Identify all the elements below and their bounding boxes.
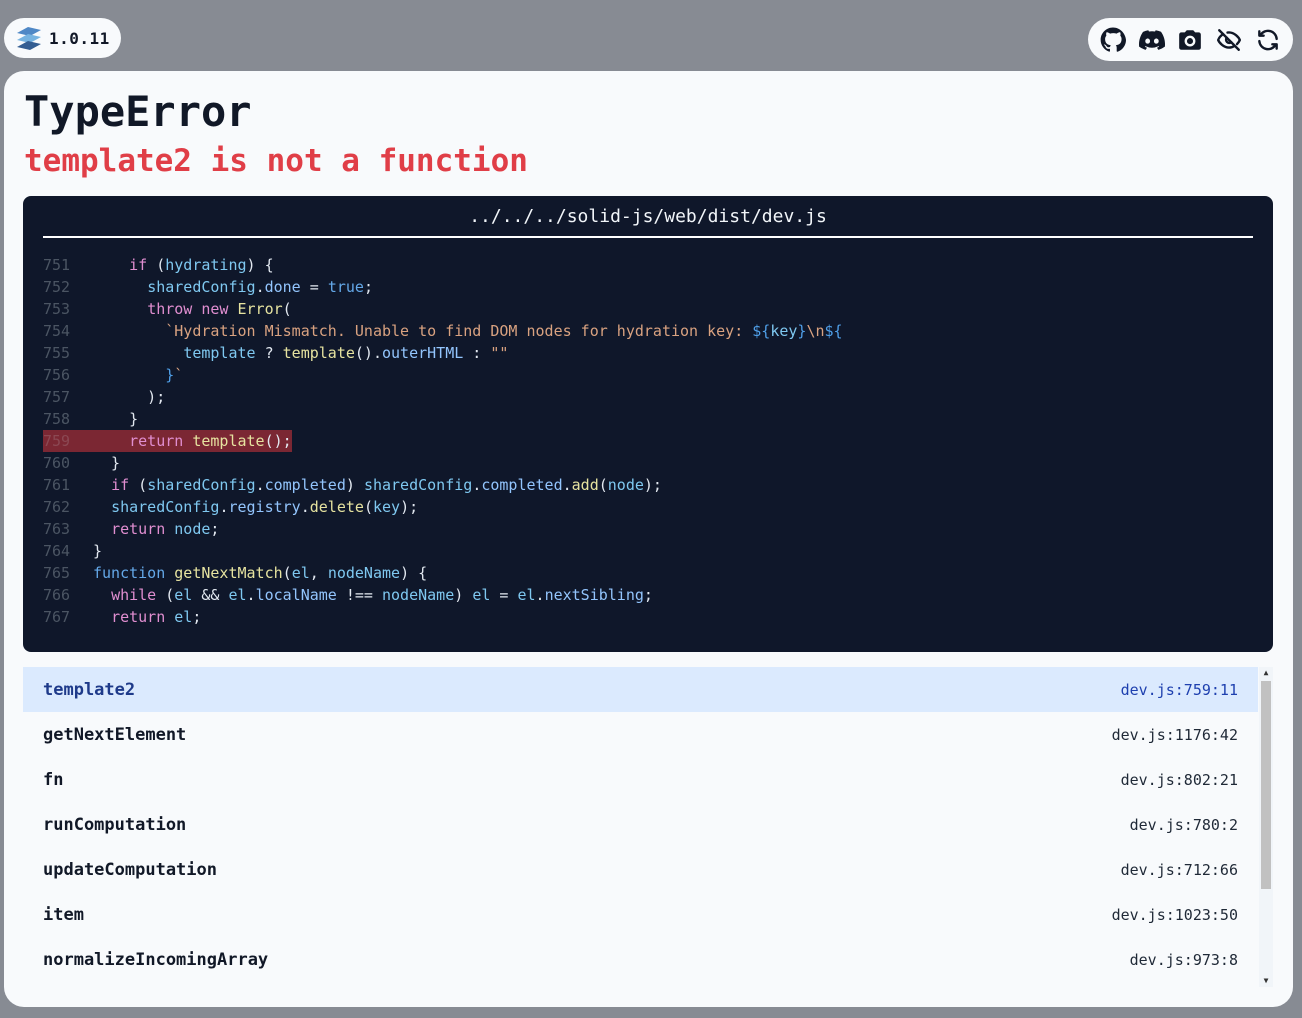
discord-button[interactable] (1137, 25, 1167, 55)
line-number: 760 (43, 454, 71, 472)
code-line: 756 }` (43, 364, 1253, 386)
code-line: 763 return node; (43, 518, 1253, 540)
line-number: 756 (43, 366, 71, 384)
github-icon (1100, 27, 1127, 52)
scrollbar-thumb[interactable] (1261, 681, 1271, 889)
version-badge[interactable]: 1.0.11 (4, 18, 121, 58)
code-lines: 751 if (hydrating) { 752 sharedConfig.do… (43, 254, 1253, 628)
line-source: sharedConfig.done = true; (147, 278, 373, 296)
toolbar (1088, 18, 1293, 61)
solid-logo-icon (17, 27, 41, 50)
frame-location: dev.js:1023:50 (1111, 905, 1238, 924)
stack-frame-fn[interactable]: fn dev.js:802:21 (23, 757, 1258, 802)
line-source: `Hydration Mismatch. Unable to find DOM … (165, 322, 843, 340)
code-line: 755 template ? template().outerHTML : "" (43, 342, 1253, 364)
code-line: 754 `Hydration Mismatch. Unable to find … (43, 320, 1253, 342)
code-line: 765 function getNextMatch(el, nodeName) { (43, 562, 1253, 584)
line-source: return template(); (93, 430, 292, 452)
frame-function: template2 (43, 679, 136, 700)
code-line: 751 if (hydrating) { (43, 254, 1253, 276)
line-source: while (el && el.localName !== nodeName) … (111, 586, 653, 604)
refresh-icon (1257, 29, 1278, 50)
frame-location: dev.js:712:66 (1120, 860, 1238, 879)
line-number: 755 (43, 344, 71, 362)
stack-frame-runcomputation[interactable]: runComputation dev.js:780:2 (23, 802, 1258, 847)
line-source: return el; (111, 608, 202, 626)
stack-scrollbar[interactable]: ▲ ▼ (1259, 667, 1273, 987)
line-number: 761 (43, 476, 71, 494)
frame-function: getNextElement (43, 724, 187, 745)
code-line: 760 } (43, 452, 1253, 474)
screenshot-button[interactable] (1175, 25, 1205, 55)
code-line: 753 throw new Error( (43, 298, 1253, 320)
frame-location: dev.js:759:11 (1120, 680, 1238, 699)
line-source: return node; (111, 520, 220, 538)
frame-location: dev.js:973:8 (1129, 950, 1238, 969)
line-source: if (hydrating) { (129, 256, 274, 274)
line-number: 753 (43, 300, 71, 318)
line-source: function getNextMatch(el, nodeName) { (93, 564, 428, 582)
code-line: 752 sharedConfig.done = true; (43, 276, 1253, 298)
line-number: 754 (43, 322, 71, 340)
line-source: template ? template().outerHTML : "" (183, 344, 509, 362)
code-line: 766 while (el && el.localName !== nodeNa… (43, 584, 1253, 606)
frame-function: normalizeIncomingArray (43, 949, 269, 970)
toggle-visibility-button[interactable] (1214, 25, 1244, 55)
line-source: if (sharedConfig.completed) sharedConfig… (111, 476, 662, 494)
stack-frame-normalizeincomingarray[interactable]: normalizeIncomingArray dev.js:973:8 (23, 937, 1258, 982)
line-source: } (93, 542, 103, 560)
line-number: 764 (43, 542, 71, 560)
line-number: 758 (43, 410, 71, 428)
line-source: throw new Error( (147, 300, 292, 318)
code-line: 761 if (sharedConfig.completed) sharedCo… (43, 474, 1253, 496)
code-line: 762 sharedConfig.registry.delete(key); (43, 496, 1253, 518)
code-file-path: ../../../solid-js/web/dist/dev.js (43, 196, 1253, 238)
code-line-highlighted: 759 return template(); (43, 430, 1253, 452)
code-line: 758 } (43, 408, 1253, 430)
line-number: 762 (43, 498, 71, 516)
stack-frame-updatecomputation[interactable]: updateComputation dev.js:712:66 (23, 847, 1258, 892)
reload-button[interactable] (1253, 25, 1283, 55)
stack-frame-item[interactable]: item dev.js:1023:50 (23, 892, 1258, 937)
line-source: } (93, 410, 139, 428)
eye-off-icon (1217, 28, 1242, 51)
line-source: } (93, 454, 121, 472)
frame-function: runComputation (43, 814, 187, 835)
error-type: TypeError (24, 87, 252, 136)
code-line: 757 ); (43, 386, 1253, 408)
stack-frame-template2[interactable]: template2 dev.js:759:11 (23, 667, 1258, 712)
code-line: 767 return el; (43, 606, 1253, 628)
camera-icon (1179, 29, 1202, 50)
error-overlay-panel: TypeError template2 is not a function ..… (4, 71, 1293, 1007)
frame-location: dev.js:802:21 (1120, 770, 1238, 789)
scroll-down-icon[interactable]: ▼ (1259, 975, 1273, 987)
code-line: 764} (43, 540, 1253, 562)
scroll-up-icon[interactable]: ▲ (1259, 667, 1273, 679)
code-view: ../../../solid-js/web/dist/dev.js 751 if… (23, 196, 1273, 652)
frame-location: dev.js:780:2 (1129, 815, 1238, 834)
frame-function: item (43, 904, 84, 925)
line-number: 752 (43, 278, 71, 296)
github-button[interactable] (1098, 25, 1128, 55)
line-source: sharedConfig.registry.delete(key); (111, 498, 419, 516)
line-number: 751 (43, 256, 71, 274)
frame-function: updateComputation (43, 859, 217, 880)
frame-location: dev.js:1176:42 (1111, 725, 1238, 744)
error-message: template2 is not a function (24, 143, 528, 179)
line-number: 767 (43, 608, 71, 626)
frame-function: fn (43, 769, 64, 790)
line-number: 763 (43, 520, 71, 538)
discord-icon (1138, 29, 1165, 50)
line-source: ); (93, 388, 166, 406)
version-label: 1.0.11 (49, 28, 110, 48)
stack-frame-getnextelement[interactable]: getNextElement dev.js:1176:42 (23, 712, 1258, 757)
stack-trace-list: template2 dev.js:759:11 getNextElement d… (23, 667, 1273, 987)
line-number: 765 (43, 564, 71, 582)
line-number: 757 (43, 388, 71, 406)
line-number: 766 (43, 586, 71, 604)
line-number: 759 (43, 430, 93, 452)
line-source: }` (165, 366, 184, 384)
